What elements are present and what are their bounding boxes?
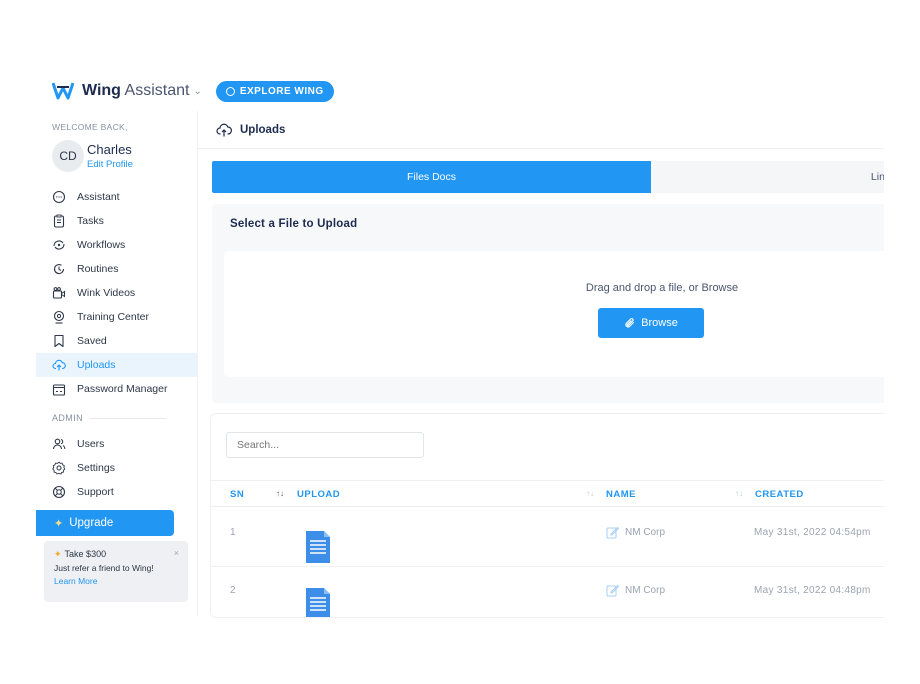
sidebar-item-workflows[interactable]: Workflows xyxy=(36,233,198,257)
welcome-label: WELCOME BACK, xyxy=(52,122,128,132)
tab-link-text[interactable]: Link Te xyxy=(651,161,884,193)
wing-logo-icon[interactable] xyxy=(52,81,74,101)
sidebar-item-users[interactable]: Users xyxy=(36,432,198,456)
document-icon[interactable] xyxy=(304,586,332,618)
sidebar-item-tasks[interactable]: Tasks xyxy=(36,209,198,233)
sort-icon[interactable]: ↑↓ xyxy=(586,489,594,498)
compass-icon xyxy=(225,86,235,96)
sidebar-item-assistant[interactable]: Assistant xyxy=(36,185,198,209)
video-icon xyxy=(52,286,66,300)
column-upload[interactable]: UPLOAD xyxy=(297,489,340,500)
page-title: Uploads xyxy=(240,123,286,136)
sparkle-icon: ✦ xyxy=(54,549,62,559)
users-icon xyxy=(52,437,66,451)
row-created: May 31st, 2022 04:48pm xyxy=(754,585,871,596)
row-name[interactable]: NM Corp xyxy=(606,526,665,539)
document-icon[interactable] xyxy=(304,529,332,565)
top-bar: Wing Assistant ⌄ EXPLORE WING xyxy=(52,80,334,102)
support-icon xyxy=(52,485,66,499)
avatar[interactable]: CD xyxy=(52,140,84,172)
search-input[interactable] xyxy=(226,432,424,458)
chevron-down-icon[interactable]: ⌄ xyxy=(193,86,201,97)
edit-icon[interactable] xyxy=(606,584,619,597)
chat-icon xyxy=(52,190,66,204)
column-name[interactable]: NAME xyxy=(606,489,636,500)
table-row[interactable]: 2 NM Corp May 31st, 2022 04:48pm xyxy=(211,567,884,618)
sidebar-item-wink-videos[interactable]: Wink Videos xyxy=(36,281,198,305)
explore-wing-button[interactable]: EXPLORE WING xyxy=(215,80,334,102)
sort-icon[interactable]: ↑↓ xyxy=(276,489,284,498)
edit-profile-link[interactable]: Edit Profile xyxy=(87,159,133,170)
row-name[interactable]: NM Corp xyxy=(606,584,665,597)
sidebar-item-password-manager[interactable]: Password Manager xyxy=(36,377,198,401)
column-sn[interactable]: SN xyxy=(230,489,244,500)
sidebar-item-training-center[interactable]: Training Center xyxy=(36,305,198,329)
sidebar-item-uploads[interactable]: Uploads xyxy=(36,353,198,377)
page-header: Uploads xyxy=(198,111,884,149)
sidebar-item-support[interactable]: Support xyxy=(36,480,198,504)
sparkle-icon: ✦ xyxy=(54,517,64,530)
sidebar-item-settings[interactable]: Settings xyxy=(36,456,198,480)
sidebar-item-routines[interactable]: Routines xyxy=(36,257,198,281)
password-icon xyxy=(52,382,66,396)
sidebar-item-saved[interactable]: Saved xyxy=(36,329,198,353)
edit-icon[interactable] xyxy=(606,526,619,539)
uploads-table-card: SN ↑↓ UPLOAD ↑↓ NAME ↑↓ CREATED 1 NM Cor… xyxy=(210,413,884,618)
promo-title: Take $300 xyxy=(64,549,107,559)
workflow-icon xyxy=(52,238,66,252)
row-sn: 1 xyxy=(230,527,236,538)
upload-card-title: Select a File to Upload xyxy=(230,218,358,230)
cloud-upload-icon xyxy=(52,358,66,372)
bookmark-icon xyxy=(52,334,66,348)
routine-icon xyxy=(52,262,66,276)
paperclip-icon xyxy=(625,318,635,328)
training-icon xyxy=(52,310,66,324)
upload-card: Select a File to Upload Drag and drop a … xyxy=(212,204,884,403)
tab-files-docs[interactable]: Files Docs xyxy=(212,161,651,193)
sidebar: WELCOME BACK, CD Charles Edit Profile As… xyxy=(36,111,198,616)
referral-promo: ✦ Take $300 Just refer a friend to Wing! … xyxy=(44,541,188,602)
column-created[interactable]: CREATED xyxy=(755,489,804,500)
row-created: May 31st, 2022 04:54pm xyxy=(754,527,871,538)
sort-icon[interactable]: ↑↓ xyxy=(735,489,743,498)
settings-icon xyxy=(52,461,66,475)
brand-name[interactable]: Wing Assistant xyxy=(82,82,189,100)
divider xyxy=(90,418,166,419)
cloud-upload-icon xyxy=(216,123,232,136)
clipboard-icon xyxy=(52,214,66,228)
row-sn: 2 xyxy=(230,585,236,596)
user-name: Charles xyxy=(87,142,132,157)
table-header: SN ↑↓ UPLOAD ↑↓ NAME ↑↓ CREATED xyxy=(211,480,884,507)
close-icon[interactable]: × xyxy=(174,548,179,558)
file-dropzone[interactable]: Drag and drop a file, or Browse Browse xyxy=(224,251,884,377)
upgrade-button[interactable]: ✦ Upgrade xyxy=(36,510,174,536)
learn-more-link[interactable]: Learn More xyxy=(54,576,178,586)
dropzone-text: Drag and drop a file, or Browse xyxy=(585,282,739,294)
table-row[interactable]: 1 NM Corp May 31st, 2022 04:54pm xyxy=(211,507,884,567)
browse-button[interactable]: Browse xyxy=(598,308,704,338)
promo-body: Just refer a friend to Wing! xyxy=(54,563,154,573)
tab-bar: Files Docs Link Te xyxy=(212,161,884,193)
admin-section-label: ADMIN xyxy=(52,413,83,423)
